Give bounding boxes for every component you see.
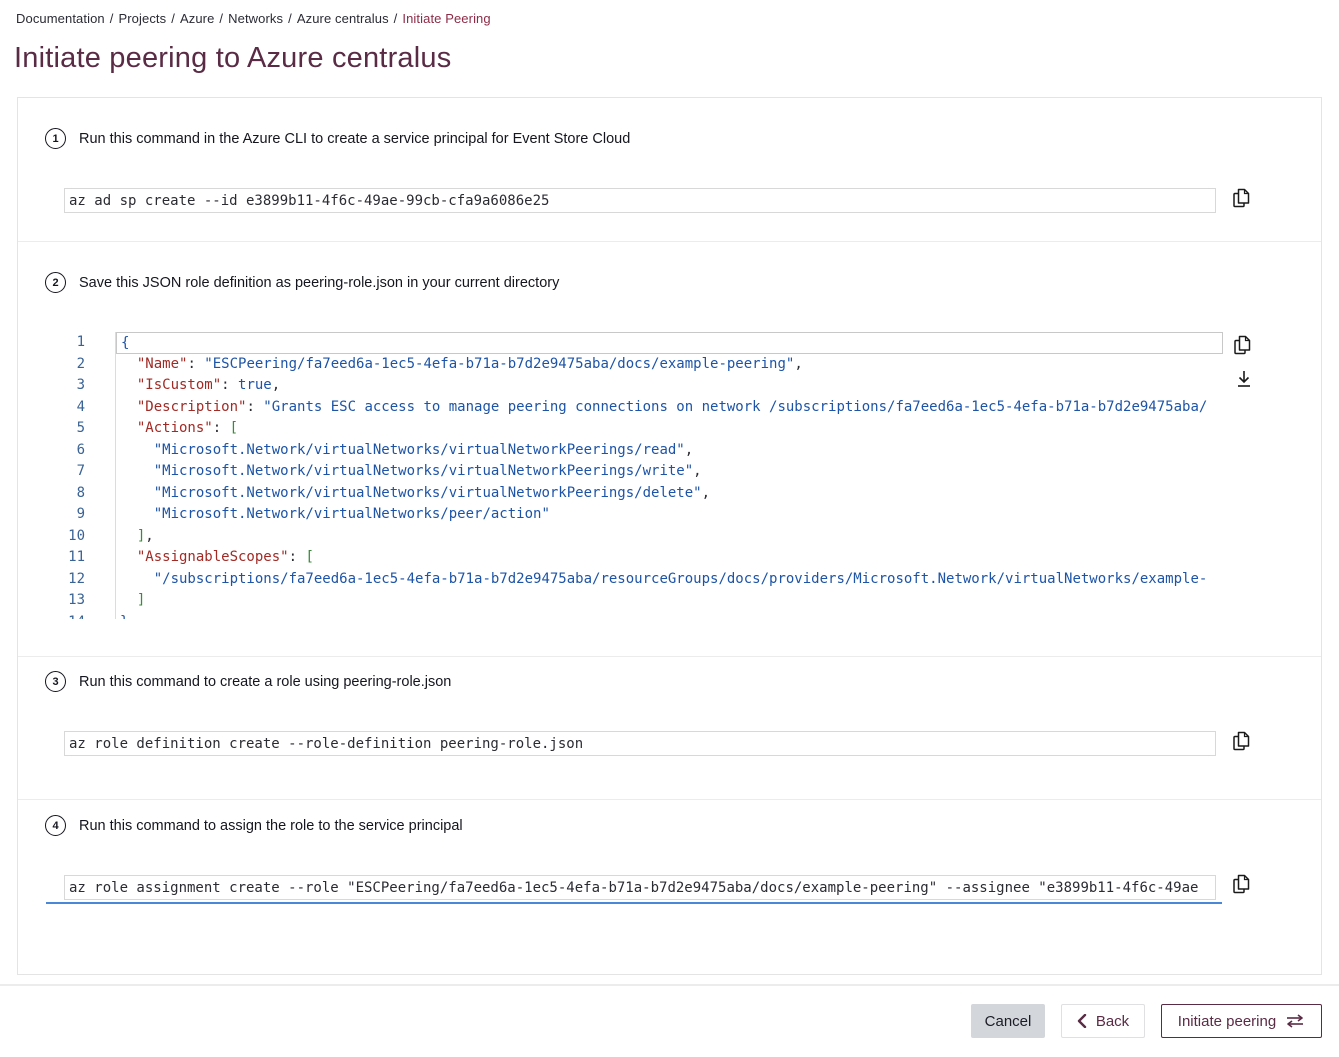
download-icon-glyph	[1234, 367, 1254, 391]
section-divider	[18, 656, 1321, 657]
breadcrumb-separator: /	[219, 11, 223, 26]
code-line: {	[116, 332, 1223, 354]
copy-icon-glyph	[1232, 334, 1254, 358]
page-title: Initiate peering to Azure centralus	[14, 42, 451, 75]
back-button-label: Back	[1096, 1013, 1129, 1030]
code-line: ],	[116, 526, 1223, 548]
command-input-create-sp[interactable]	[64, 188, 1216, 213]
editor-gutter: 1234567891011121314	[64, 332, 116, 619]
line-number: 9	[64, 504, 115, 526]
step-number-badge: 2	[45, 272, 66, 293]
cancel-button[interactable]: Cancel	[971, 1004, 1045, 1038]
copy-icon[interactable]	[1231, 873, 1253, 897]
command-input-assign-role[interactable]	[64, 875, 1216, 900]
line-number: 10	[64, 526, 115, 548]
json-role-editor[interactable]: 1234567891011121314 { "Name": "ESCPeerin…	[64, 332, 1223, 619]
editor-code: { "Name": "ESCPeering/fa7eed6a-1ec5-4efa…	[116, 332, 1223, 619]
breadcrumb-separator: /	[288, 11, 292, 26]
code-line: "Actions": [	[116, 418, 1223, 440]
code-line: "Microsoft.Network/virtualNetworks/virtu…	[116, 440, 1223, 462]
line-number: 14	[64, 612, 115, 620]
copy-icon-glyph	[1231, 187, 1253, 211]
copy-icon[interactable]	[1232, 334, 1254, 358]
step-number-badge: 1	[45, 128, 66, 149]
breadcrumb-link[interactable]: Azure	[180, 11, 214, 26]
step-instruction: Run this command to assign the role to t…	[79, 818, 463, 834]
line-number: 8	[64, 483, 115, 505]
code-line: "Description": "Grants ESC access to man…	[116, 397, 1223, 419]
step-number-badge: 3	[45, 671, 66, 692]
section-divider	[18, 241, 1321, 242]
line-number: 1	[64, 332, 115, 354]
breadcrumb-separator: /	[171, 11, 175, 26]
code-line: "IsCustom": true,	[116, 375, 1223, 397]
copy-icon[interactable]	[1231, 730, 1253, 754]
command-input-create-role[interactable]	[64, 731, 1216, 756]
breadcrumb: Documentation / Projects / Azure / Networks / Az…	[16, 11, 491, 26]
code-line: "Microsoft.Network/virtualNetworks/virtu…	[116, 461, 1223, 483]
line-number: 11	[64, 547, 115, 569]
initiate-peering-button[interactable]: Initiate peering	[1161, 1004, 1322, 1038]
back-button[interactable]: Back	[1061, 1004, 1145, 1038]
code-line: ]	[116, 590, 1223, 612]
horizontal-scrollbar[interactable]	[46, 902, 1222, 904]
line-number: 7	[64, 461, 115, 483]
breadcrumb-separator: /	[110, 11, 114, 26]
code-line: "AssignableScopes": [	[116, 547, 1223, 569]
chevron-left-icon	[1077, 1014, 1087, 1028]
footer-divider	[0, 984, 1339, 986]
line-number: 2	[64, 354, 115, 376]
breadcrumb-separator: /	[394, 11, 398, 26]
breadcrumb-link[interactable]: Azure centralus	[297, 11, 389, 26]
line-number: 6	[64, 440, 115, 462]
breadcrumb-current: Initiate Peering	[402, 11, 490, 26]
breadcrumb-link[interactable]: Documentation	[16, 11, 105, 26]
line-number: 13	[64, 590, 115, 612]
arrows-left-right-icon	[1285, 1014, 1305, 1028]
copy-icon-glyph	[1231, 730, 1253, 754]
step-number-badge: 4	[45, 815, 66, 836]
line-number: 3	[64, 375, 115, 397]
line-number: 12	[64, 569, 115, 591]
line-number: 5	[64, 418, 115, 440]
copy-icon[interactable]	[1231, 187, 1253, 211]
cancel-button-label: Cancel	[985, 1013, 1032, 1030]
step-instruction: Save this JSON role definition as peerin…	[79, 275, 559, 291]
section-divider	[18, 799, 1321, 800]
code-line: "Microsoft.Network/virtualNetworks/peer/…	[116, 504, 1223, 526]
step-instruction: Run this command in the Azure CLI to cre…	[79, 131, 630, 147]
step-instruction: Run this command to create a role using …	[79, 674, 451, 690]
breadcrumb-link[interactable]: Projects	[118, 11, 166, 26]
code-line: }	[116, 612, 1223, 620]
copy-icon-glyph	[1231, 873, 1253, 897]
code-line: "Name": "ESCPeering/fa7eed6a-1ec5-4efa-b…	[116, 354, 1223, 376]
breadcrumb-link[interactable]: Networks	[228, 11, 283, 26]
initiate-peering-button-label: Initiate peering	[1178, 1013, 1276, 1030]
download-icon[interactable]	[1233, 367, 1255, 391]
code-line: "/subscriptions/fa7eed6a-1ec5-4efa-b71a-…	[116, 569, 1223, 591]
line-number: 4	[64, 397, 115, 419]
wizard-card: 1 Run this command in the Azure CLI to c…	[17, 97, 1322, 975]
code-line: "Microsoft.Network/virtualNetworks/virtu…	[116, 483, 1223, 505]
